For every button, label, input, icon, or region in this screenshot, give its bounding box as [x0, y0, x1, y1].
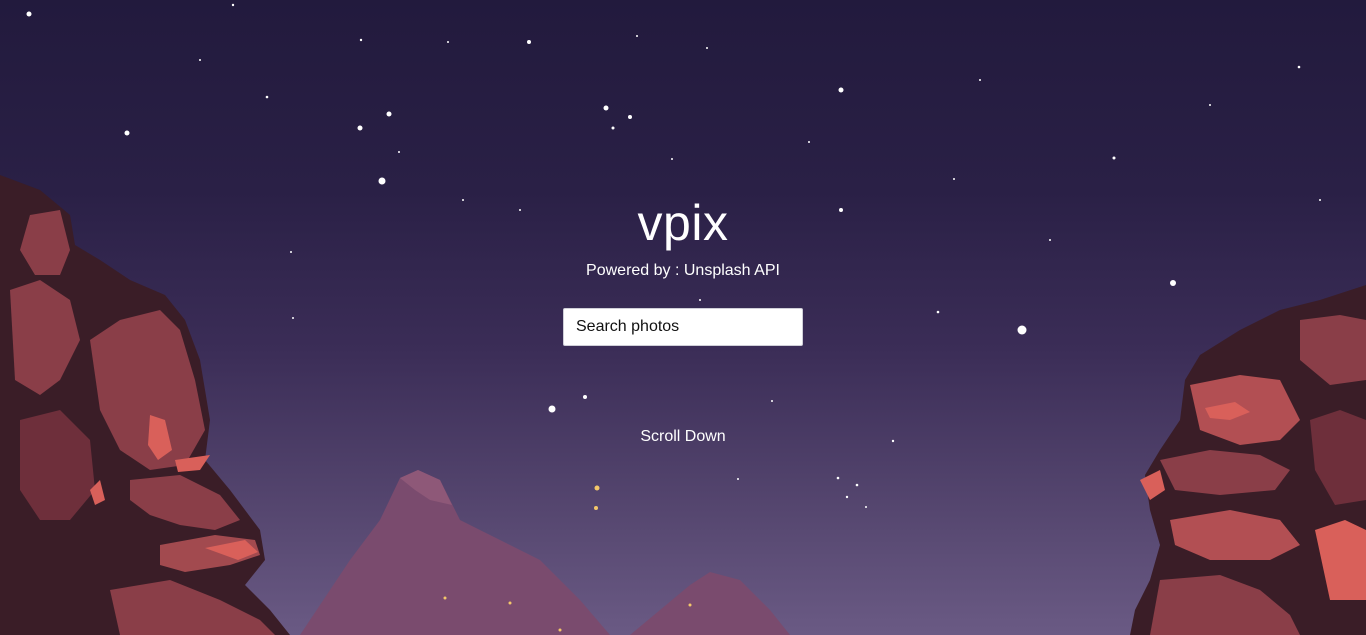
scroll-down-link[interactable]: Scroll Down — [0, 427, 1366, 447]
app-title: vpix — [637, 195, 729, 251]
scroll-down-label[interactable]: Scroll Down — [640, 428, 725, 445]
hero-section: vpix Powered by : Unsplash API Scroll Do… — [0, 0, 1366, 635]
search-input[interactable] — [563, 308, 803, 346]
hero-content: vpix Powered by : Unsplash API Scroll Do… — [0, 0, 1366, 635]
powered-by-text: Powered by : Unsplash API — [586, 262, 780, 279]
